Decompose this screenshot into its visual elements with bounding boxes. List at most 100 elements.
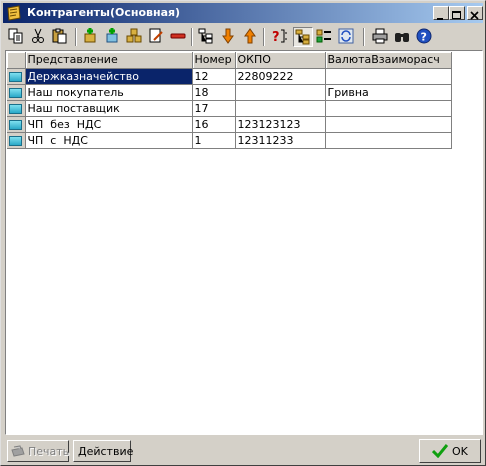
row-marker: [7, 84, 26, 101]
move-up-button[interactable]: [241, 27, 261, 47]
add-group-button[interactable]: [103, 27, 123, 47]
contractors-table: Представление Номер ОКПО ВалютаВзаиморас…: [7, 52, 452, 149]
paste-icon: [52, 28, 67, 44]
delete-button[interactable]: [169, 27, 189, 47]
minimize-button[interactable]: [433, 6, 449, 20]
copy-button[interactable]: [7, 27, 27, 47]
cell-number[interactable]: 17: [192, 100, 236, 117]
hierarchy-icon: [295, 29, 310, 45]
add-button[interactable]: [81, 27, 101, 47]
help-icon: ?: [416, 28, 432, 44]
move-down-button[interactable]: [219, 27, 239, 47]
cell-currency[interactable]: Гривна: [325, 84, 452, 101]
cell-okpo[interactable]: 123123123: [235, 116, 326, 133]
cell-currency[interactable]: [325, 116, 452, 133]
svg-text:?: ?: [272, 30, 280, 44]
toolbar: ? ?: [3, 25, 483, 49]
cut-icon: [32, 28, 44, 43]
cell-number[interactable]: 16: [192, 116, 236, 133]
svg-text:?: ?: [421, 31, 427, 44]
delete-icon: [170, 33, 186, 39]
find-icon: [395, 33, 409, 42]
cell-name[interactable]: Держказначейство: [25, 68, 193, 85]
cell-okpo[interactable]: 12311233: [235, 132, 326, 149]
edit-button[interactable]: [147, 27, 167, 47]
ok-label: OK: [452, 445, 468, 458]
hierarchy-button[interactable]: [293, 27, 313, 47]
checkmark-icon: [432, 444, 448, 458]
cell-currency[interactable]: [325, 100, 452, 117]
contractors-grid[interactable]: Представление Номер ОКПО ВалютаВзаиморас…: [5, 50, 483, 435]
tree-view-button[interactable]: [197, 27, 217, 47]
maximize-icon: [452, 11, 461, 19]
paste-button[interactable]: [51, 27, 71, 47]
ok-button[interactable]: OK: [419, 439, 481, 463]
cell-number[interactable]: 12: [192, 68, 236, 85]
header-row: Представление Номер ОКПО ВалютаВзаиморас…: [7, 52, 452, 69]
cell-name[interactable]: ЧП без НДС: [25, 116, 193, 133]
cut-button[interactable]: [29, 27, 49, 47]
table-row[interactable]: ЧП с НДС 1 12311233: [7, 132, 452, 149]
cell-number[interactable]: 1: [192, 132, 236, 149]
cell-currency[interactable]: [325, 132, 452, 149]
print-label: Печать: [28, 445, 70, 458]
bottom-button-bar: Печать Действие OK: [3, 438, 483, 464]
list-button[interactable]: [315, 27, 335, 47]
cell-name[interactable]: Наш покупатель: [25, 84, 193, 101]
printer-icon: [11, 445, 25, 457]
cell-okpo[interactable]: [235, 84, 326, 101]
element-icon: [9, 136, 22, 146]
print-icon: [372, 28, 388, 44]
column-header-currency[interactable]: ВалютаВзаиморасч: [325, 52, 452, 69]
cell-okpo[interactable]: [235, 100, 326, 117]
refresh-button[interactable]: [337, 27, 357, 47]
title-bar[interactable]: Контрагенты(Основная): [3, 3, 483, 23]
table-row[interactable]: Держказначейство 12 22809222: [7, 68, 452, 85]
filter-icon: ?: [272, 29, 287, 44]
column-header-name[interactable]: Представление: [25, 52, 193, 69]
copy-icon: [8, 28, 23, 44]
cell-number[interactable]: 18: [192, 84, 236, 101]
cell-name[interactable]: Наш поставщик: [25, 100, 193, 117]
find-button[interactable]: [393, 27, 413, 47]
row-marker: [7, 116, 26, 133]
row-marker: [7, 68, 26, 85]
row-marker: [7, 132, 26, 149]
list-icon: [316, 29, 331, 43]
minimize-icon: [437, 18, 443, 20]
element-icon: [9, 120, 22, 130]
table-row[interactable]: Наш поставщик 17: [7, 100, 452, 117]
move-up-icon: [244, 28, 256, 44]
window-title: Контрагенты(Основная): [27, 6, 181, 19]
add-icon: [84, 28, 96, 43]
column-header-okpo[interactable]: ОКПО: [235, 52, 326, 69]
element-icon: [9, 104, 22, 114]
cell-name[interactable]: ЧП с НДС: [25, 132, 193, 149]
action-label: Действие: [78, 445, 134, 458]
move-to-group-icon: [126, 28, 142, 43]
filter-button[interactable]: ?: [271, 27, 291, 47]
maximize-button[interactable]: [449, 6, 465, 20]
edit-icon: [149, 28, 163, 43]
marker-header: [7, 52, 26, 69]
element-icon: [9, 88, 22, 98]
element-icon: [9, 72, 22, 82]
close-button[interactable]: [467, 6, 483, 20]
move-down-icon: [222, 28, 234, 44]
row-marker: [7, 100, 26, 117]
help-button[interactable]: ?: [415, 27, 435, 47]
table-row[interactable]: Наш покупатель 18 Гривна: [7, 84, 452, 101]
column-header-number[interactable]: Номер: [192, 52, 236, 69]
print-report-button[interactable]: Печать: [7, 440, 69, 462]
move-to-group-button[interactable]: [125, 27, 145, 47]
app-icon: [7, 5, 21, 21]
cell-currency[interactable]: [325, 68, 452, 85]
refresh-icon: [338, 28, 354, 44]
cell-okpo[interactable]: 22809222: [235, 68, 326, 85]
tree-view-icon: [198, 28, 213, 44]
action-button[interactable]: Действие: [73, 440, 134, 462]
main-window: Контрагенты(Основная) ? ? Представление …: [0, 0, 486, 466]
print-button[interactable]: [371, 27, 391, 47]
add-group-icon: [106, 28, 118, 43]
table-row[interactable]: ЧП без НДС 16 123123123: [7, 116, 452, 133]
